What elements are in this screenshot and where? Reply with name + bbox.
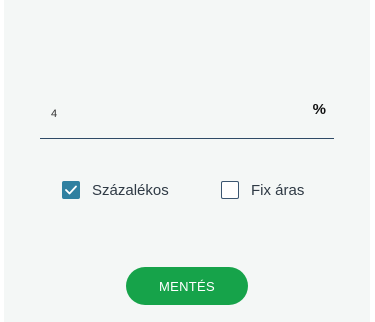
fixed-price-checkbox[interactable] [221,181,239,199]
fixed-price-option-label: Fix áras [251,181,305,199]
percentage-value-field[interactable]: 4 % [40,96,334,139]
checkmark-icon [65,185,77,195]
percent-option[interactable]: Százalékos [62,181,169,199]
fixed-price-option[interactable]: Fix áras [221,181,304,199]
value-text[interactable]: 4 [51,108,57,120]
settings-panel: 4 % Százalékos Fix áras MENTÉS [4,0,370,322]
percent-option-label: Százalékos [92,181,169,199]
percent-checkbox[interactable] [62,181,80,199]
save-button[interactable]: MENTÉS [126,267,248,305]
unit-label: % [312,101,326,118]
